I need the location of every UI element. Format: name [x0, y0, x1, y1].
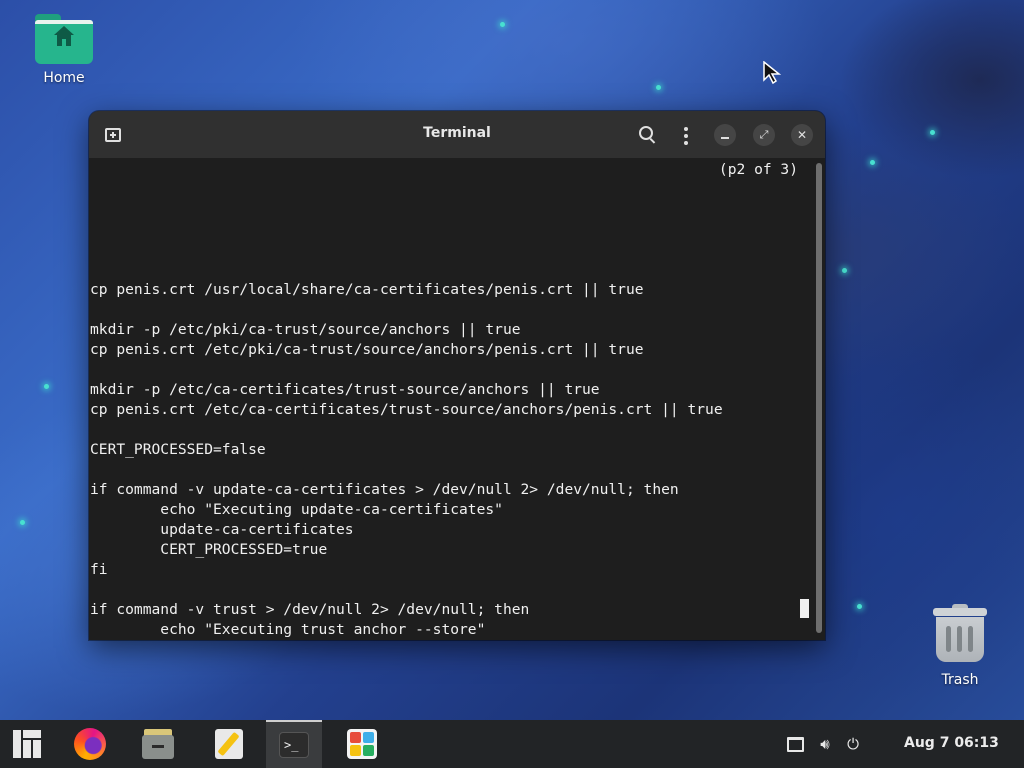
maximize-icon: ⤢ [759, 128, 769, 141]
scrollbar[interactable] [816, 163, 822, 633]
taskbar: >_ 🔊︎ ⏻ Aug 7 06:13 [0, 720, 1024, 768]
taskbar-terminal[interactable]: >_ [266, 720, 322, 768]
power-icon[interactable]: ⏻ [844, 735, 862, 753]
minimize-icon [721, 137, 729, 139]
minimize-button[interactable] [714, 124, 736, 146]
home-label: Home [43, 70, 85, 86]
taskbar-menu-button[interactable] [0, 720, 54, 768]
terminal-line: cp penis.crt /etc/ca-certificates/trust-… [90, 401, 723, 418]
taskbar-files[interactable] [131, 720, 185, 768]
terminal-icon: >_ [279, 732, 309, 758]
terminal-line: cp penis.crt /etc/pki/ca-trust/source/an… [90, 341, 644, 358]
window-titlebar[interactable]: Terminal ⤢ ✕ [89, 111, 825, 158]
desktop-home-folder[interactable]: Home [24, 14, 104, 86]
terminal-line: mkdir -p /etc/pki/ca-trust/source/anchor… [90, 321, 521, 338]
menu-kebab-icon[interactable] [684, 127, 688, 148]
close-icon: ✕ [796, 128, 808, 142]
files-icon [142, 729, 174, 759]
trash-icon [933, 604, 987, 664]
text-editor-icon [215, 729, 243, 759]
taskbar-software-center[interactable] [335, 720, 389, 768]
terminal-output[interactable]: (p2 of 3) cp penis.crt /usr/local/share/… [90, 158, 812, 640]
mouse-cursor-icon [763, 61, 781, 85]
search-icon[interactable] [639, 126, 653, 140]
terminal-line: echo "Executing trust anchor --store" [90, 621, 486, 638]
volume-icon[interactable]: 🔊︎ [816, 735, 834, 753]
terminal-line: echo "Executing update-ca-certificates" [90, 501, 503, 518]
terminal-line: if command -v update-ca-certificates > /… [90, 481, 679, 498]
system-tray: 🔊︎ ⏻ [786, 720, 862, 768]
pager-status: (p2 of 3) [718, 161, 798, 178]
terminal-line: update-ca-certificates [90, 521, 354, 538]
close-button[interactable]: ✕ [791, 124, 813, 146]
firefox-icon [74, 728, 106, 760]
trash-label: Trash [941, 672, 979, 688]
terminal-cursor [800, 599, 809, 618]
software-center-icon [347, 729, 377, 759]
terminal-line: if command -v trust > /dev/null 2> /dev/… [90, 601, 530, 618]
clock[interactable]: Aug 7 06:13 [904, 735, 999, 751]
terminal-line: CERT_PROCESSED=false [90, 441, 266, 458]
terminal-line: cp penis.crt /usr/local/share/ca-certifi… [90, 281, 644, 298]
taskbar-text-editor[interactable] [202, 720, 256, 768]
network-icon[interactable] [786, 735, 804, 753]
manjaro-menu-icon [13, 730, 41, 758]
terminal-lines: cp penis.crt /usr/local/share/ca-certifi… [90, 280, 812, 640]
taskbar-firefox[interactable] [63, 720, 117, 768]
terminal-line: CERT_PROCESSED=true [90, 541, 328, 558]
maximize-button[interactable]: ⤢ [753, 124, 775, 146]
desktop-trash[interactable]: Trash [920, 604, 1000, 688]
terminal-line: mkdir -p /etc/ca-certificates/trust-sour… [90, 381, 600, 398]
terminal-window[interactable]: Terminal ⤢ ✕ (p2 of 3) cp penis.crt /usr… [89, 111, 825, 640]
terminal-line: fi [90, 561, 108, 578]
home-folder-icon [35, 14, 93, 64]
